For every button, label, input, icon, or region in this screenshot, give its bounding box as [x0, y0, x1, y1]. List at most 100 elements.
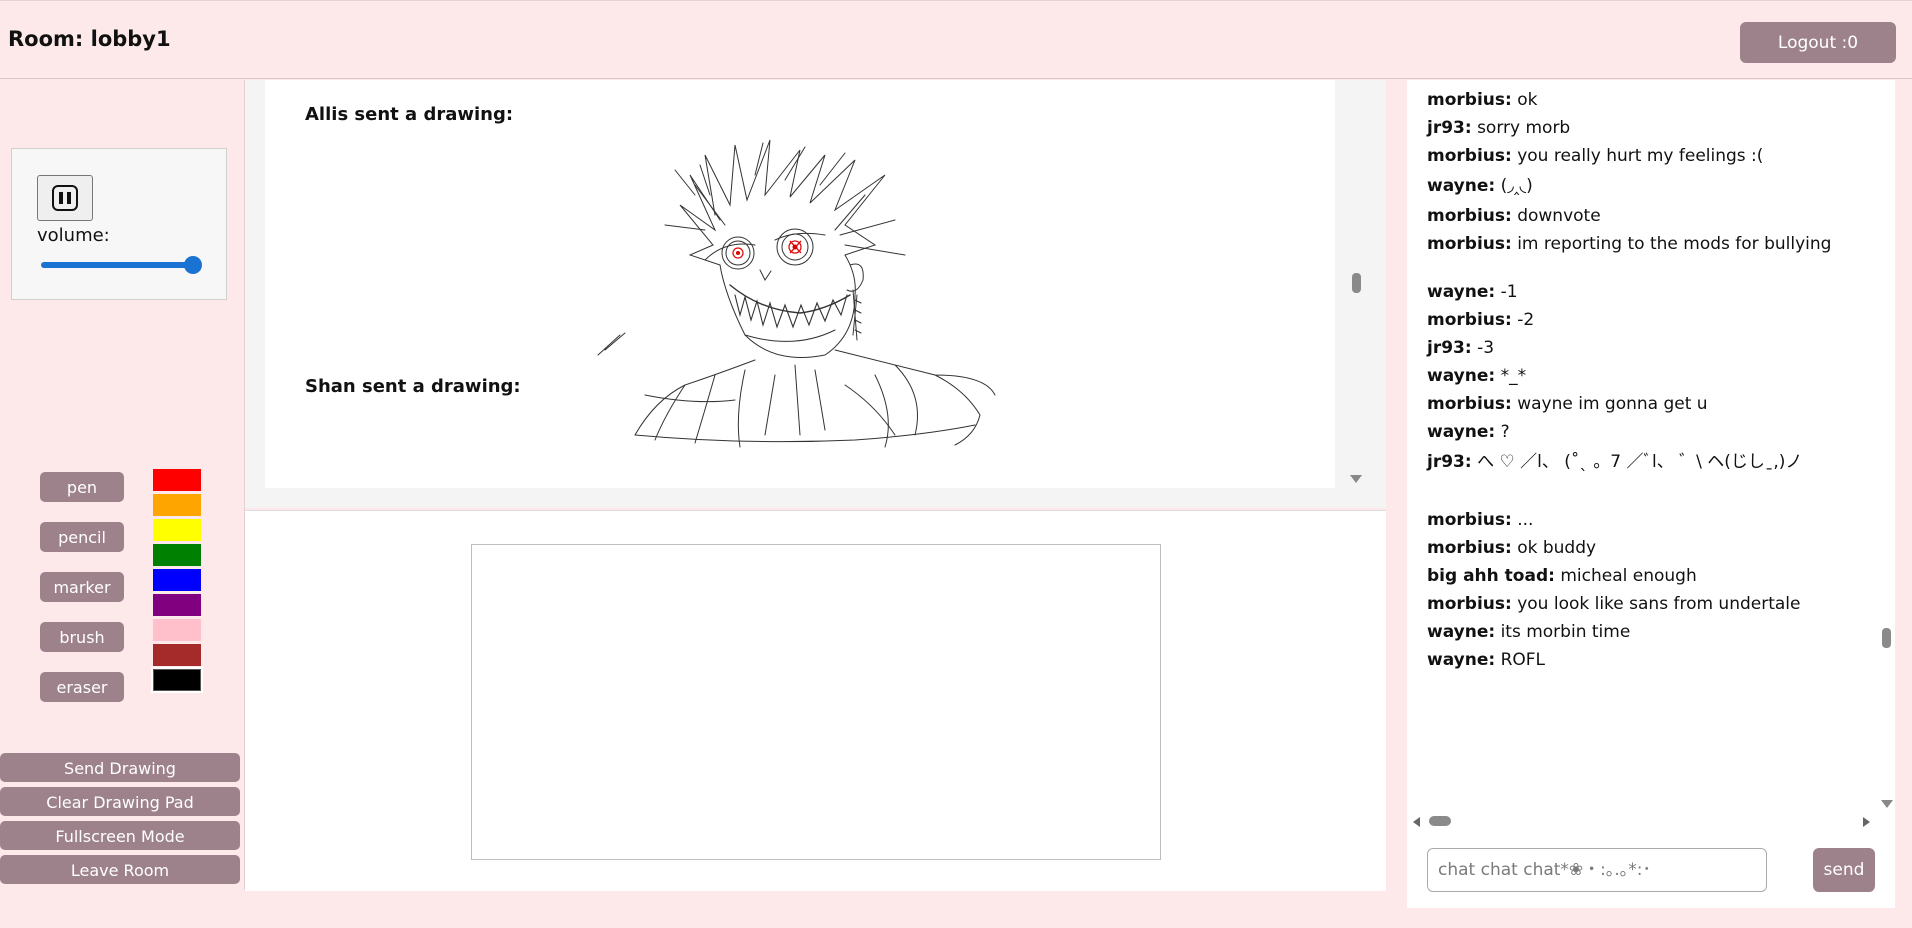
chat-text: (◞‸◟): [1495, 176, 1533, 196]
pencil-tool-button[interactable]: pencil: [40, 522, 124, 552]
chat-text: you look like sans from undertale: [1511, 594, 1801, 614]
chat-username: wayne:: [1427, 366, 1496, 386]
chat-scrollbar-thumb[interactable]: [1882, 628, 1891, 648]
volume-slider-track: [41, 262, 201, 268]
chat-horizontal-scrollbar[interactable]: [1407, 813, 1895, 829]
chat-username: jr93:: [1427, 452, 1472, 472]
chat-username: morbius:: [1427, 206, 1512, 226]
chat-username: jr93:: [1427, 338, 1472, 358]
eraser-tool-button[interactable]: eraser: [40, 672, 124, 702]
pause-button[interactable]: [37, 175, 93, 221]
chat-text: -3: [1471, 338, 1495, 358]
tool-sidebar: volume: pen pencil marker brush eraser S…: [0, 80, 245, 890]
chat-log: morbius: ok jr93: sorry morb morbius: you …: [1407, 80, 1895, 810]
top-bar: Room: lobby1 Logout :0: [0, 0, 1912, 79]
chat-message: morbius: you really hurt my feelings :(: [1427, 144, 1867, 168]
pen-tool-button[interactable]: pen: [40, 472, 124, 502]
color-swatch[interactable]: [153, 519, 201, 541]
chat-message: morbius: ok buddy: [1427, 536, 1867, 560]
brush-tool-button[interactable]: brush: [40, 622, 124, 652]
chat-text: ?: [1495, 422, 1510, 442]
chat-message: morbius: ok: [1427, 88, 1867, 112]
chat-scroll-down-icon[interactable]: [1881, 800, 1893, 808]
leave-room-button[interactable]: Leave Room: [0, 855, 240, 884]
chat-username: wayne:: [1427, 282, 1496, 302]
chat-message: morbius: you look like sans from underta…: [1427, 592, 1867, 616]
shared-drawing: [597, 139, 996, 448]
chat-text: ok buddy: [1511, 538, 1597, 558]
chat-message: wayne: -1: [1427, 280, 1867, 304]
fullscreen-mode-button[interactable]: Fullscreen Mode: [0, 821, 240, 850]
feed-scroll-down-icon[interactable]: [1350, 475, 1362, 483]
chat-text: -2: [1511, 310, 1535, 330]
chat-message: jr93: sorry morb: [1427, 116, 1867, 140]
chat-username: morbius:: [1427, 90, 1512, 110]
volume-label: volume:: [37, 225, 110, 246]
send-message-button[interactable]: send: [1813, 848, 1875, 892]
volume-slider[interactable]: [41, 255, 202, 275]
chat-message: big ahh toad: micheal enough: [1427, 564, 1867, 588]
chat-message: wayne: its morbin time: [1427, 620, 1867, 644]
chat-username: morbius:: [1427, 394, 1512, 414]
chat-username: morbius:: [1427, 146, 1512, 166]
color-swatch[interactable]: [153, 544, 201, 566]
drawing-canvas[interactable]: [471, 544, 1161, 860]
color-swatch[interactable]: [153, 494, 201, 516]
drawing-pad-area: [245, 510, 1386, 891]
chat-message: morbius: -2: [1427, 308, 1867, 332]
clear-drawing-pad-button[interactable]: Clear Drawing Pad: [0, 787, 240, 816]
chat-text: ...: [1511, 510, 1534, 530]
chat-message: wayne: *_*: [1427, 364, 1867, 388]
color-swatch[interactable]: [153, 594, 201, 616]
chat-username: wayne:: [1427, 176, 1496, 196]
chat-username: morbius:: [1427, 310, 1512, 330]
chat-panel: morbius: ok jr93: sorry morb morbius: you …: [1407, 80, 1895, 908]
chat-message: morbius: downvote: [1427, 204, 1867, 228]
chat-username: jr93:: [1427, 118, 1472, 138]
color-swatch[interactable]: [153, 469, 201, 491]
marker-tool-button[interactable]: marker: [40, 572, 124, 602]
scroll-left-icon[interactable]: [1413, 817, 1420, 827]
chat-username: morbius:: [1427, 234, 1512, 254]
chat-text: micheal enough: [1554, 566, 1697, 586]
pause-icon: [52, 185, 78, 211]
drawing-feed: Allis sent a drawing: Shan sent a drawin…: [245, 80, 1386, 508]
room-title: Room: lobby1: [8, 27, 171, 51]
chat-username: morbius:: [1427, 594, 1512, 614]
send-drawing-button[interactable]: Send Drawing: [0, 753, 240, 782]
chat-username: wayne:: [1427, 650, 1496, 670]
logout-button[interactable]: Logout :0: [1740, 22, 1896, 63]
chat-username: wayne:: [1427, 622, 1496, 642]
chat-message: wayne: ROFL: [1427, 648, 1867, 672]
chat-message: morbius: ...: [1427, 508, 1867, 532]
chat-message: jr93: へ ♡ ／l、 (˚ˎ 。7 ／ﾞl、 ゛\ ヘ(じしˍ,)ノ: [1427, 450, 1867, 474]
chat-text: you really hurt my feelings :(: [1511, 146, 1764, 166]
chat-text: its morbin time: [1495, 622, 1631, 642]
drawing-feed-content: Allis sent a drawing: Shan sent a drawin…: [265, 80, 1335, 488]
chat-username: morbius:: [1427, 510, 1512, 530]
chat-text: -1: [1495, 282, 1518, 302]
color-palette: [151, 469, 205, 694]
color-swatch[interactable]: [153, 619, 201, 641]
chat-text: ROFL: [1495, 650, 1546, 670]
chat-message: wayne: (◞‸◟): [1427, 174, 1867, 198]
chat-hscroll-thumb[interactable]: [1429, 816, 1451, 826]
chat-message: wayne: ?: [1427, 420, 1867, 444]
color-swatch[interactable]: [153, 644, 201, 666]
music-player: volume:: [11, 148, 227, 300]
scroll-right-icon[interactable]: [1863, 817, 1870, 827]
drawing-caption: Allis sent a drawing:: [305, 104, 514, 125]
chat-text: wayne im gonna get u: [1511, 394, 1708, 414]
chat-message-input[interactable]: [1427, 848, 1767, 892]
drawing-caption: Shan sent a drawing:: [305, 376, 521, 397]
chat-message: morbius: wayne im gonna get u: [1427, 392, 1867, 416]
color-swatch[interactable]: [153, 569, 201, 591]
volume-slider-thumb[interactable]: [184, 256, 202, 274]
chat-text: im reporting to the mods for bullying: [1511, 234, 1832, 254]
chat-message: jr93: -3: [1427, 336, 1867, 360]
chat-text: *_*: [1495, 366, 1527, 386]
feed-scrollbar-thumb[interactable]: [1352, 273, 1361, 293]
chat-message: morbius: im reporting to the mods for bu…: [1427, 232, 1867, 256]
chat-text: downvote: [1511, 206, 1601, 226]
color-swatch[interactable]: [151, 667, 203, 693]
